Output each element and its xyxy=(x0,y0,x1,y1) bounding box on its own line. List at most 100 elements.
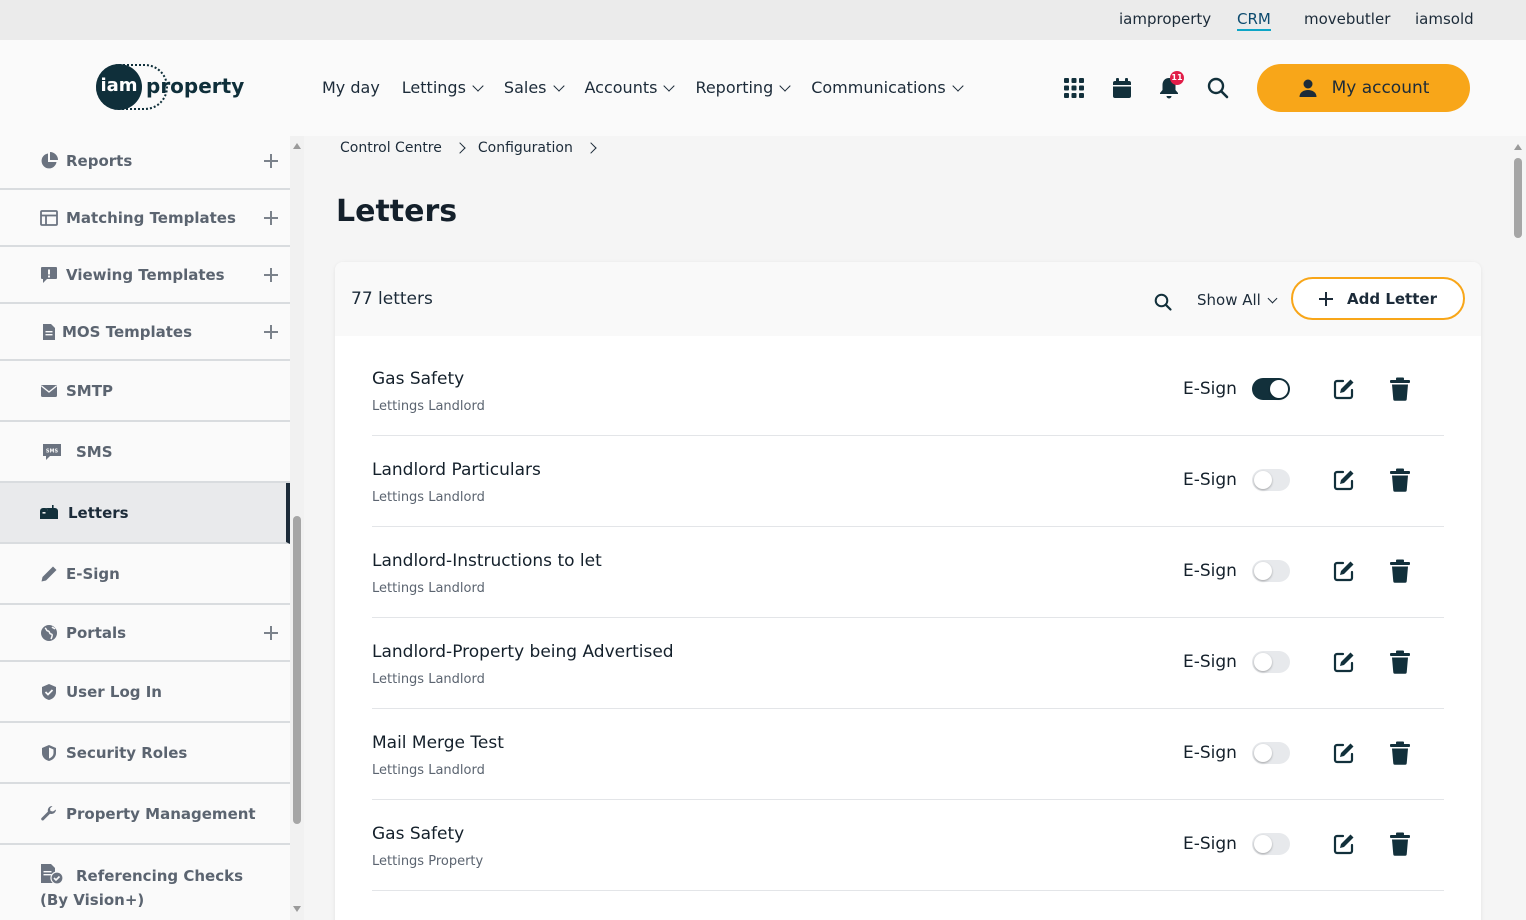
chevron-down-icon xyxy=(552,79,565,92)
topbar-link-crm[interactable]: CRM xyxy=(1237,10,1271,31)
topbar-link-iamsold[interactable]: iamsold xyxy=(1415,10,1474,28)
e-sign-label: E-Sign xyxy=(1183,652,1237,672)
letter-title[interactable]: Landlord Particulars xyxy=(372,460,541,480)
letter-row: Gas Safety Lettings Property E-Sign xyxy=(372,800,1444,891)
e-sign-toggle[interactable] xyxy=(1252,378,1290,400)
sidebar-item-security-roles[interactable]: Security Roles xyxy=(0,723,290,784)
add-letter-button[interactable]: Add Letter xyxy=(1291,277,1465,320)
page-scroll-up-arrow[interactable] xyxy=(1514,144,1522,150)
apps-grid-icon[interactable] xyxy=(1062,76,1086,100)
topbar-link-iamproperty[interactable]: iamproperty xyxy=(1119,10,1211,28)
main-nav: My day Lettings Sales Accounts Reporting… xyxy=(322,78,964,97)
expand-plus-icon[interactable] xyxy=(264,210,278,225)
letter-row: Landlord-Property being Advertised Lettin… xyxy=(372,618,1444,709)
e-sign-toggle[interactable] xyxy=(1252,651,1290,673)
letter-title[interactable]: Landlord-Instructions to let xyxy=(372,551,602,571)
brand-logo[interactable]: iam property xyxy=(96,64,244,112)
nav-my-day[interactable]: My day xyxy=(322,78,380,97)
e-sign-label: E-Sign xyxy=(1183,743,1237,763)
nav-reporting[interactable]: Reporting xyxy=(695,78,791,97)
nav-lettings[interactable]: Lettings xyxy=(402,78,484,97)
nav-communications[interactable]: Communications xyxy=(811,78,964,97)
edit-icon[interactable] xyxy=(1332,741,1356,765)
sidebar-item-smtp[interactable]: SMTP xyxy=(0,361,290,422)
topbar-link-movebutler[interactable]: movebutler xyxy=(1304,10,1390,28)
pie-chart-icon xyxy=(41,152,58,169)
sidebar-item-referencing-checks[interactable]: Referencing Checks (By Vision+) xyxy=(0,845,290,920)
sidebar-item-portals[interactable]: Portals xyxy=(0,605,290,662)
e-sign-label: E-Sign xyxy=(1183,834,1237,854)
sidebar-item-matching-templates[interactable]: Matching Templates xyxy=(0,190,290,247)
mailbox-icon xyxy=(40,504,58,519)
toggle-knob xyxy=(1254,562,1272,580)
letter-title[interactable]: Mail Merge Test xyxy=(372,733,504,753)
sidebar-scroll-down-arrow[interactable] xyxy=(293,906,301,912)
sidebar-scroll-up-arrow[interactable] xyxy=(293,143,301,149)
toggle-knob xyxy=(1254,744,1272,762)
letters-card-header: 77 letters Show All Add Letter xyxy=(335,262,1481,336)
sidebar-item-label: SMTP xyxy=(66,381,113,400)
letter-category: Lettings Landlord xyxy=(372,581,485,596)
sidebar-item-property-management[interactable]: Property Management xyxy=(0,784,290,845)
letter-row: Mail Merge Test Lettings Landlord E-Sign xyxy=(372,709,1444,800)
nav-accounts[interactable]: Accounts xyxy=(585,78,676,97)
sidebar-item-label: SMS xyxy=(76,442,113,461)
expand-plus-icon[interactable] xyxy=(264,267,278,282)
letter-title[interactable]: Landlord-Property being Advertised xyxy=(372,642,674,662)
letter-title[interactable]: Gas Safety xyxy=(372,369,464,389)
sidebar-item-label: User Log In xyxy=(66,682,162,701)
table-icon xyxy=(40,209,58,226)
sidebar-item-mos-templates[interactable]: MOS Templates xyxy=(0,304,290,361)
show-all-filter[interactable]: Show All xyxy=(1197,291,1278,309)
shield-check-icon xyxy=(42,683,56,700)
edit-icon[interactable] xyxy=(1332,377,1356,401)
toggle-knob xyxy=(1254,835,1272,853)
sidebar-scrollbar-thumb[interactable] xyxy=(293,516,301,824)
sidebar-item-viewing-templates[interactable]: Viewing Templates xyxy=(0,247,290,304)
file-check-icon xyxy=(41,864,64,885)
search-icon[interactable] xyxy=(1206,76,1230,100)
sidebar-item-e-sign[interactable]: E-Sign xyxy=(0,544,290,605)
my-account-button[interactable]: My account xyxy=(1257,64,1470,112)
logo-text: property xyxy=(146,74,245,98)
trash-icon[interactable] xyxy=(1389,650,1411,674)
plus-icon xyxy=(1319,291,1334,306)
e-sign-toggle[interactable] xyxy=(1252,742,1290,764)
sidebar-item-letters[interactable]: Letters xyxy=(0,483,290,544)
chevron-down-icon xyxy=(1267,293,1278,303)
trash-icon[interactable] xyxy=(1389,468,1411,492)
chevron-down-icon xyxy=(779,79,791,92)
trash-icon[interactable] xyxy=(1389,741,1411,765)
nav-sales[interactable]: Sales xyxy=(504,78,565,97)
e-sign-toggle[interactable] xyxy=(1252,560,1290,582)
letter-title[interactable]: Gas Safety xyxy=(372,824,464,844)
e-sign-toggle[interactable] xyxy=(1252,469,1290,491)
sidebar-item-reports[interactable]: Reports xyxy=(0,136,290,190)
trash-icon[interactable] xyxy=(1389,832,1411,856)
edit-icon[interactable] xyxy=(1332,832,1356,856)
trash-icon[interactable] xyxy=(1389,377,1411,401)
letter-category: Lettings Landlord xyxy=(372,672,485,687)
page-scrollbar-track[interactable] xyxy=(1510,136,1526,920)
comment-alert-icon xyxy=(41,266,57,283)
breadcrumb-configuration[interactable]: Configuration xyxy=(478,140,573,156)
sidebar-item-user-log-in[interactable]: User Log In xyxy=(0,662,290,723)
edit-icon[interactable] xyxy=(1332,468,1356,492)
wrench-icon xyxy=(41,805,56,820)
file-icon xyxy=(43,323,55,340)
expand-plus-icon[interactable] xyxy=(264,324,278,339)
sidebar-item-sms[interactable]: SMS SMS xyxy=(0,422,290,483)
page-scrollbar-thumb[interactable] xyxy=(1514,158,1522,238)
e-sign-toggle[interactable] xyxy=(1252,833,1290,855)
edit-icon[interactable] xyxy=(1332,559,1356,583)
expand-plus-icon[interactable] xyxy=(264,625,278,640)
breadcrumb-control-centre[interactable]: Control Centre xyxy=(340,140,442,156)
expand-plus-icon[interactable] xyxy=(264,154,278,168)
chevron-down-icon xyxy=(952,79,964,92)
search-icon[interactable] xyxy=(1153,292,1173,312)
edit-icon[interactable] xyxy=(1332,650,1356,674)
trash-icon[interactable] xyxy=(1389,559,1411,583)
calendar-icon[interactable] xyxy=(1110,76,1134,100)
sidebar-item-label-continued: (By Vision+) xyxy=(40,891,145,909)
sidebar-item-label: Referencing Checks xyxy=(76,867,243,885)
